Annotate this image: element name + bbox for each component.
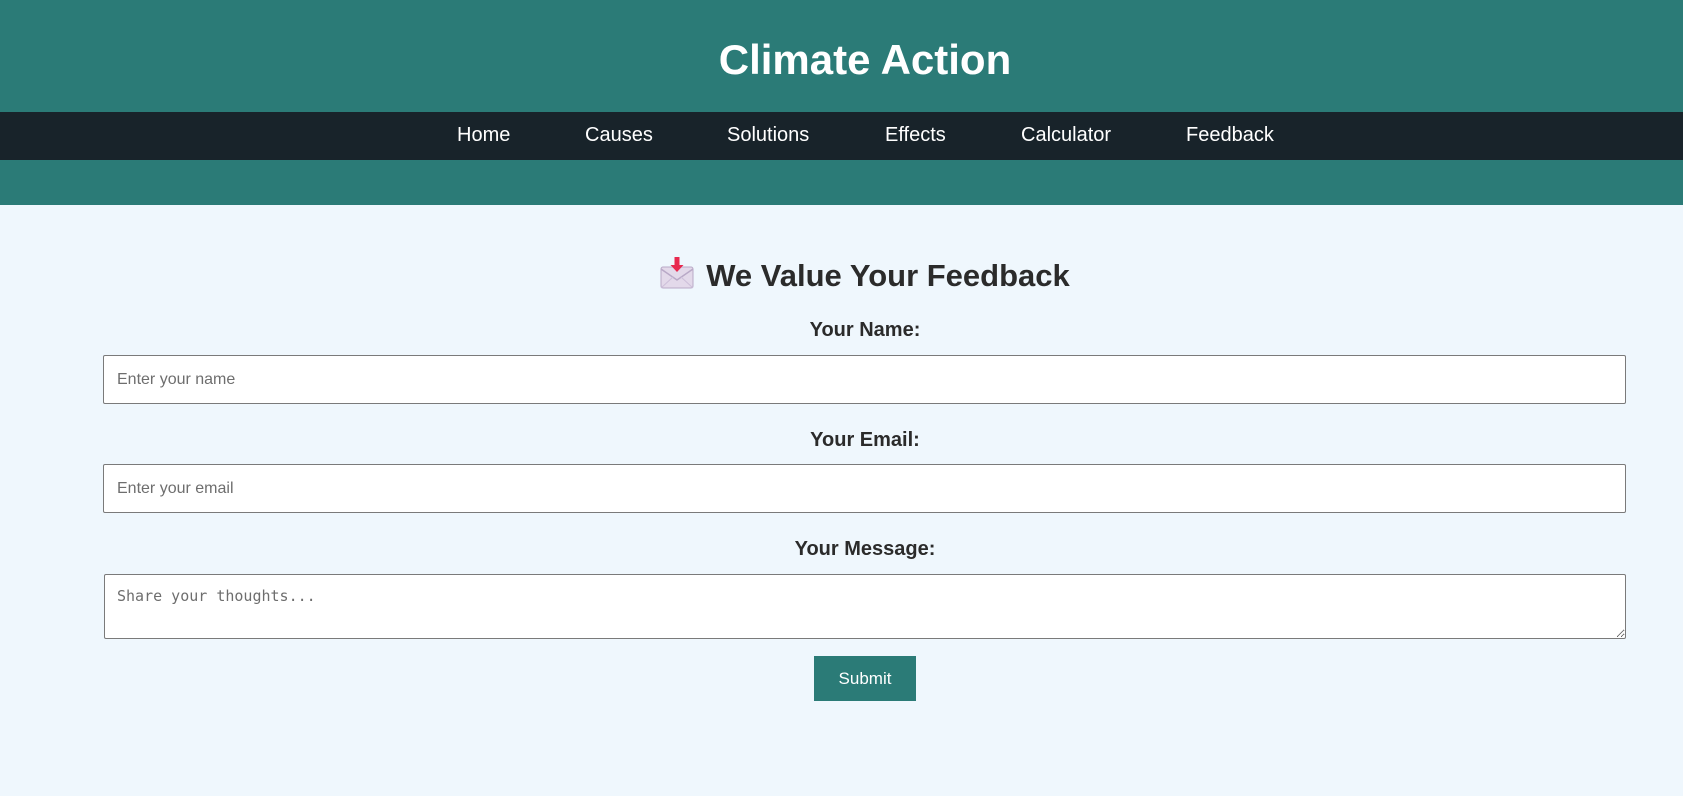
nav-item-feedback[interactable]: Feedback	[1186, 124, 1274, 147]
main-nav: Home Causes Solutions Effects Calculator…	[0, 112, 1683, 160]
nav-item-home[interactable]: Home	[457, 124, 510, 147]
nav-item-solutions[interactable]: Solutions	[727, 124, 809, 147]
site-title: Climate Action	[718, 36, 1012, 83]
email-label: Your Email:	[810, 429, 920, 451]
email-input[interactable]	[103, 464, 1626, 513]
submit-button[interactable]: Submit	[814, 656, 916, 701]
message-textarea[interactable]	[104, 574, 1626, 639]
name-input[interactable]	[103, 355, 1626, 404]
feedback-heading: We Value Your Feedback	[0, 256, 1683, 294]
nav-item-causes[interactable]: Causes	[585, 124, 653, 147]
feedback-heading-text: We Value Your Feedback	[706, 258, 1070, 293]
envelope-with-arrow-icon	[660, 257, 694, 289]
name-label: Your Name:	[809, 319, 921, 341]
message-label: Your Message:	[794, 538, 936, 560]
nav-item-calculator[interactable]: Calculator	[1021, 124, 1111, 147]
site-header: Climate Action Home Causes Solutions Eff…	[0, 0, 1683, 205]
nav-item-effects[interactable]: Effects	[885, 124, 946, 147]
